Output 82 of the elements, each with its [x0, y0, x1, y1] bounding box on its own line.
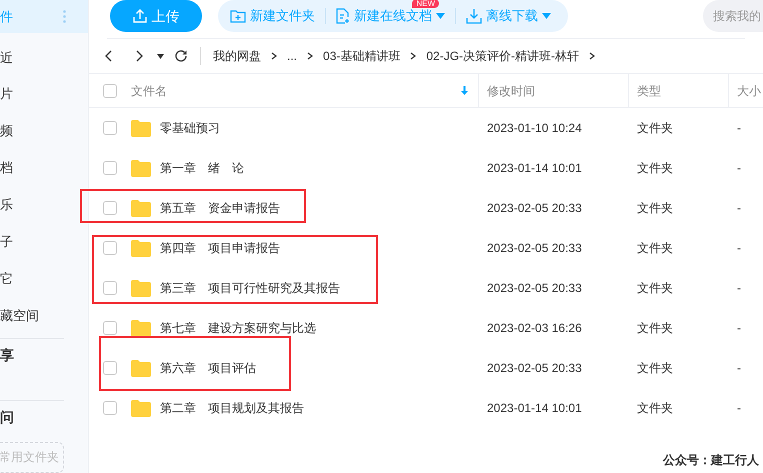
sort-arrow-icon[interactable] [461, 86, 468, 95]
row-checkbox[interactable] [103, 401, 117, 415]
document-plus-icon [336, 8, 350, 24]
dropdown-icon[interactable] [157, 54, 164, 58]
row-checkbox[interactable] [103, 241, 117, 255]
file-name[interactable]: 第三章 项目可行性研究及其报告 [160, 279, 340, 297]
sidebar-item[interactable]: 片 [0, 78, 88, 111]
modified-time: 2023-01-10 10:24 [487, 121, 582, 135]
breadcrumb-link[interactable]: 02-JG-决策评价-精讲班-林轩 [426, 47, 580, 65]
row-checkbox[interactable] [103, 281, 117, 295]
modified-time: 2023-02-05 20:33 [487, 241, 582, 255]
sidebar-item[interactable]: 藏空间 [0, 299, 88, 332]
file-type: 文件夹 [637, 201, 673, 215]
file-name[interactable]: 第五章 资金申请报告 [160, 199, 280, 217]
file-type: 文件夹 [637, 321, 673, 335]
file-size: - [737, 121, 741, 135]
file-type: 文件夹 [637, 241, 673, 255]
file-type: 文件夹 [637, 361, 673, 375]
upload-icon [132, 9, 146, 23]
folder-icon [131, 360, 151, 376]
breadcrumb-link[interactable]: 我的网盘 [213, 47, 261, 65]
folder-icon [131, 200, 151, 216]
folder-icon [131, 240, 151, 256]
file-size: - [737, 361, 741, 375]
column-header[interactable]: 文件名 [131, 82, 167, 100]
folder-icon [131, 120, 151, 136]
modified-time: 2023-02-03 16:26 [487, 321, 582, 335]
sidebar-section[interactable]: 享 [0, 339, 88, 372]
search-field[interactable]: 搜索我的 [703, 0, 763, 32]
folder-icon [131, 320, 151, 336]
folder-icon [131, 280, 151, 296]
row-checkbox[interactable] [103, 361, 117, 375]
row-checkbox[interactable] [103, 321, 117, 335]
chevron-icon [271, 52, 277, 60]
chevron-icon [410, 52, 416, 60]
sidebar-item[interactable]: 频 [0, 114, 88, 148]
row-checkbox[interactable] [103, 201, 117, 215]
file-size: - [737, 281, 741, 295]
sidebar-item[interactable]: 档 [0, 152, 88, 184]
file-type: 文件夹 [637, 121, 673, 135]
file-size: - [737, 401, 741, 415]
download-icon [466, 8, 482, 24]
modified-time: 2023-02-05 20:33 [487, 201, 582, 215]
folder-plus-icon [230, 9, 246, 23]
column-header[interactable]: 修改时间 [487, 82, 535, 100]
modified-time: 2023-02-05 20:33 [487, 361, 582, 375]
folder-icon [131, 400, 151, 416]
sidebar-item[interactable]: 它 [0, 262, 88, 296]
file-type: 文件夹 [637, 281, 673, 295]
modified-time: 2023-01-14 10:01 [487, 161, 582, 175]
new-badge: NEW [412, 0, 439, 8]
file-name[interactable]: 第二章 项目规划及其报告 [160, 399, 304, 417]
sidebar-item[interactable]: 乐 [0, 188, 88, 222]
modified-time: 2023-02-05 20:33 [487, 281, 582, 295]
breadcrumb-link[interactable]: 03-基础精讲班 [323, 47, 400, 65]
folder-icon [131, 160, 151, 176]
row-checkbox[interactable] [103, 121, 117, 135]
file-size: - [737, 161, 741, 175]
file-size: - [737, 241, 741, 255]
select-all-checkbox[interactable] [103, 84, 117, 98]
sidebar-section[interactable]: 问 [0, 400, 88, 434]
file-name[interactable]: 第六章 项目评估 [160, 359, 256, 377]
file-name[interactable]: 第四章 项目申请报告 [160, 239, 280, 257]
file-name[interactable]: 第一章 绪 论 [160, 159, 244, 177]
breadcrumb-link[interactable]: ... [287, 47, 298, 65]
file-type: 文件夹 [637, 161, 673, 175]
chevron-icon [589, 52, 596, 60]
row-checkbox[interactable] [103, 161, 117, 175]
chevron-icon [307, 52, 314, 60]
file-type: 文件夹 [637, 401, 673, 415]
file-size: - [737, 201, 741, 215]
modified-time: 2023-01-14 10:01 [487, 401, 582, 415]
sidebar-item[interactable]: 子 [0, 225, 88, 258]
column-header[interactable]: 类型 [637, 82, 661, 100]
sidebar-item[interactable]: 近 [0, 40, 88, 74]
refresh-icon[interactable] [174, 49, 188, 63]
file-name[interactable]: 零基础预习 [160, 119, 220, 137]
watermark-text: 公众号：建工行人 [663, 452, 759, 469]
file-size: - [737, 321, 741, 335]
column-header[interactable]: 大小 [737, 82, 761, 100]
more-icon[interactable] [63, 10, 66, 23]
file-name[interactable]: 第七章 建设方案研究与比选 [160, 319, 316, 337]
